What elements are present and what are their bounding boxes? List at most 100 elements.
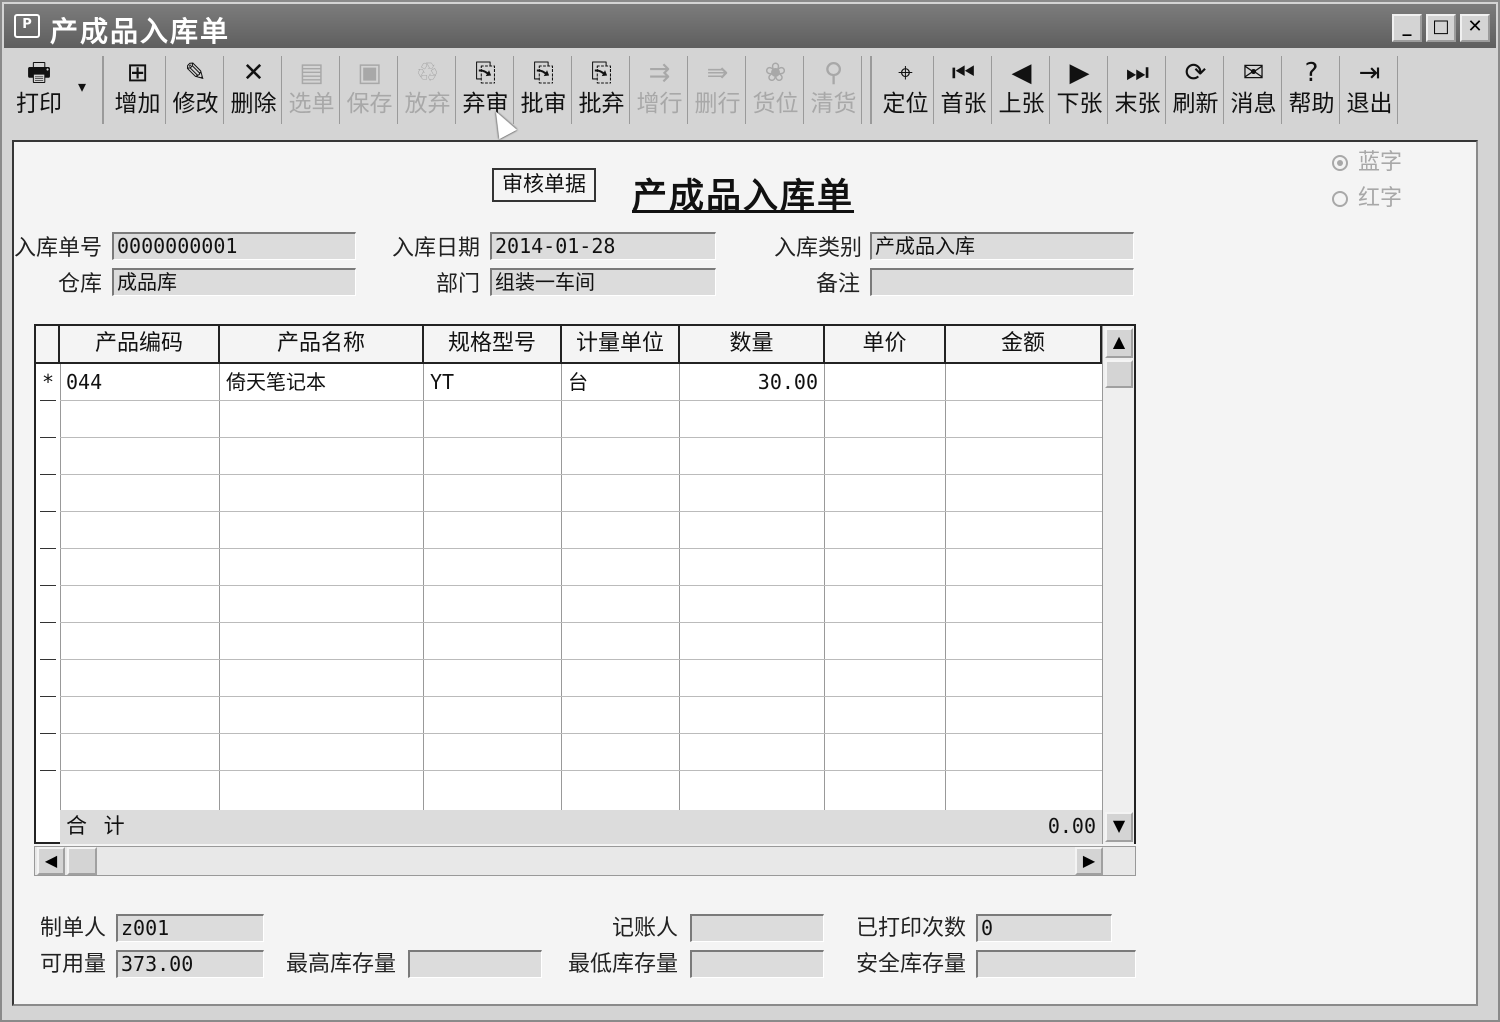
batch-audit-button[interactable]: ⎘ 批审 xyxy=(516,56,572,124)
delete-label: 删除 xyxy=(230,91,277,117)
sum-row: 合 计 0.00 xyxy=(60,810,1102,844)
minimize-button[interactable]: _ xyxy=(1392,14,1422,42)
clear-goods-button[interactable]: ⚲ 清货 xyxy=(806,56,862,124)
refresh-icon: ⟳ xyxy=(1184,58,1207,88)
column-header[interactable]: 金额 xyxy=(946,326,1102,364)
first-icon: ⏮ xyxy=(951,58,976,88)
cell-spec[interactable]: YT xyxy=(430,364,454,400)
previous-icon: ◀ xyxy=(1011,58,1032,88)
scroll-right-button[interactable]: ▶ xyxy=(1075,847,1103,875)
scroll-thumb[interactable] xyxy=(1105,360,1133,388)
column-header[interactable]: 计量单位 xyxy=(562,326,680,364)
minimize-icon: _ xyxy=(1402,16,1412,37)
column-divider xyxy=(945,364,946,810)
add-button[interactable]: ⊞ 增加 xyxy=(110,56,166,124)
close-button[interactable]: ✕ xyxy=(1460,14,1490,42)
add-row-label: 增行 xyxy=(636,91,683,117)
min-stock-field[interactable] xyxy=(690,950,824,978)
location-icon: ❀ xyxy=(764,58,787,88)
radio-unselected-icon xyxy=(1332,191,1348,207)
arrow-left-icon: ◀ xyxy=(44,851,58,870)
radio-blue[interactable]: 蓝字 xyxy=(1332,144,1402,176)
available-field[interactable]: 373.00 xyxy=(116,950,264,978)
doc-no-field[interactable]: 0000000001 xyxy=(112,232,356,260)
first-button[interactable]: ⏮ 首张 xyxy=(936,56,992,124)
select-order-label: 选单 xyxy=(288,91,335,117)
delete-row-button[interactable]: ⇛ 删行 xyxy=(690,56,746,124)
column-header[interactable]: 单价 xyxy=(825,326,946,364)
batch-discard-button[interactable]: ⎘ 批弃 xyxy=(574,56,630,124)
column-divider xyxy=(679,364,680,810)
window-title: 产成品入库单 xyxy=(50,15,231,48)
column-divider xyxy=(561,364,562,810)
sum-label: 合 计 xyxy=(66,814,125,838)
scroll-up-button[interactable]: ▲ xyxy=(1105,328,1133,358)
row-marker-line xyxy=(40,437,56,438)
save-icon: ▣ xyxy=(357,58,382,88)
close-icon: ✕ xyxy=(1467,16,1483,37)
document-panel: 审核单据 产成品入库单 蓝字 红字 入库单号 0000000001 仓库 成品库… xyxy=(12,140,1478,1006)
delete-button[interactable]: ✕ 删除 xyxy=(226,56,282,124)
select-order-button[interactable]: ▤ 选单 xyxy=(284,56,340,124)
column-header[interactable]: 数量 xyxy=(680,326,825,364)
title-bar[interactable]: P 产成品入库单 _ □ ✕ xyxy=(4,4,1496,48)
category-field[interactable]: 产成品入库 xyxy=(870,232,1134,260)
row-divider xyxy=(60,659,1102,660)
row-marker-line xyxy=(40,696,56,697)
cell-unit[interactable]: 台 xyxy=(568,364,588,400)
column-header[interactable]: 产品名称 xyxy=(220,326,424,364)
column-header[interactable]: 规格型号 xyxy=(424,326,562,364)
help-icon: ? xyxy=(1304,58,1319,88)
toolbar: 🖶 打印 ▾ ⊞ 增加 ✎ 修改 ✕ 删除 ▤ 选单 ▣ 保存 ♲ 放弃 ⎘ 弃… xyxy=(6,52,1496,128)
available-label: 可用量 xyxy=(40,952,107,977)
next-icon: ▶ xyxy=(1069,58,1090,88)
arrow-down-icon: ▼ xyxy=(1112,816,1126,835)
row-divider xyxy=(60,548,1102,549)
print-button[interactable]: 🖶 打印 xyxy=(8,56,70,124)
radio-red[interactable]: 红字 xyxy=(1332,180,1402,212)
edit-button[interactable]: ✎ 修改 xyxy=(168,56,224,124)
row-divider xyxy=(60,733,1102,734)
safe-stock-field[interactable] xyxy=(976,950,1136,978)
save-button[interactable]: ▣ 保存 xyxy=(342,56,398,124)
discard-button[interactable]: ♲ 放弃 xyxy=(400,56,456,124)
bookkeeper-field[interactable] xyxy=(690,914,824,942)
print-dropdown-button[interactable]: ▾ xyxy=(70,56,94,124)
cell-product-name[interactable]: 倚天笔记本 xyxy=(226,364,326,400)
column-divider xyxy=(423,364,424,810)
discard-icon: ♲ xyxy=(415,58,440,88)
add-row-button[interactable]: ⇉ 增行 xyxy=(632,56,688,124)
row-marker-line xyxy=(40,733,56,734)
dept-field[interactable]: 组装一车间 xyxy=(490,268,716,296)
exit-label: 退出 xyxy=(1346,91,1393,117)
refresh-label: 刷新 xyxy=(1172,91,1219,117)
scroll-left-button[interactable]: ◀ xyxy=(37,847,65,875)
help-button[interactable]: ? 帮助 xyxy=(1284,56,1340,124)
horizontal-scrollbar[interactable]: ◀ ▶ xyxy=(34,846,1136,876)
cell-product-code[interactable]: 044 xyxy=(66,364,102,400)
next-button[interactable]: ▶ 下张 xyxy=(1052,56,1108,124)
column-header[interactable]: 产品编码 xyxy=(60,326,220,364)
print-count-field[interactable]: 0 xyxy=(976,914,1112,942)
vertical-scrollbar[interactable]: ▲ ▼ xyxy=(1102,326,1134,844)
last-button[interactable]: ⏭ 末张 xyxy=(1110,56,1166,124)
remark-field[interactable] xyxy=(870,268,1134,296)
previous-label: 上张 xyxy=(998,91,1045,117)
message-button[interactable]: ✉ 消息 xyxy=(1226,56,1282,124)
location-button[interactable]: ❀ 货位 xyxy=(748,56,804,124)
cell-quantity[interactable]: 30.00 xyxy=(680,364,818,400)
row-divider xyxy=(60,474,1102,475)
audit-document-button[interactable]: 审核单据 xyxy=(492,168,596,202)
refresh-button[interactable]: ⟳ 刷新 xyxy=(1168,56,1224,124)
max-stock-field[interactable] xyxy=(408,950,542,978)
maximize-button[interactable]: □ xyxy=(1426,14,1456,42)
locate-button[interactable]: ⌖ 定位 xyxy=(878,56,934,124)
scroll-down-button[interactable]: ▼ xyxy=(1105,812,1133,842)
date-field[interactable]: 2014-01-28 xyxy=(490,232,716,260)
maker-field[interactable]: z001 xyxy=(116,914,264,942)
clear-goods-label: 清货 xyxy=(810,91,857,117)
warehouse-field[interactable]: 成品库 xyxy=(112,268,356,296)
exit-button[interactable]: ⇥ 退出 xyxy=(1342,56,1398,124)
horizontal-scroll-thumb[interactable] xyxy=(67,847,97,875)
previous-button[interactable]: ◀ 上张 xyxy=(994,56,1050,124)
